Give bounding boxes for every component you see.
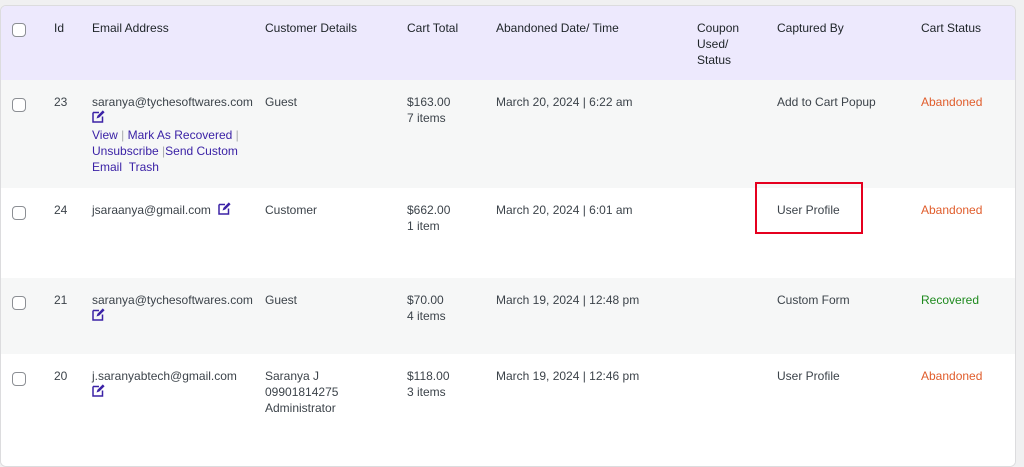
row-items: 4 items bbox=[407, 309, 446, 323]
row-captured-by: Custom Form bbox=[777, 293, 850, 307]
row-date: March 20, 2024 | 6:22 am bbox=[496, 95, 633, 109]
row-checkbox[interactable] bbox=[12, 206, 26, 220]
row-customer: Guest bbox=[265, 293, 298, 307]
row-id: 24 bbox=[54, 203, 68, 217]
row-cart-total: $70.00 4 items bbox=[407, 292, 446, 324]
table-row: 23 saranya@tychesoftwares.com View | Mar… bbox=[1, 80, 1015, 188]
edit-pencil-icon[interactable] bbox=[92, 308, 105, 321]
row-actions: View | Mark As Recovered | Unsubscribe |… bbox=[92, 127, 260, 175]
column-header-coupon-line: Status bbox=[697, 53, 732, 67]
status-badge: Abandoned bbox=[921, 95, 983, 109]
row-total: $163.00 bbox=[407, 95, 451, 109]
column-header-id[interactable]: Id bbox=[54, 20, 64, 36]
edit-pencil-icon[interactable] bbox=[218, 202, 231, 215]
row-checkbox[interactable] bbox=[12, 372, 26, 386]
status-badge: Abandoned bbox=[921, 369, 983, 383]
email-cell: saranya@tychesoftwares.com View | Mark A… bbox=[92, 94, 260, 175]
edit-pencil-icon[interactable] bbox=[92, 384, 105, 397]
row-captured-by: Add to Cart Popup bbox=[777, 95, 876, 109]
column-header-captured-by: Captured By bbox=[777, 21, 844, 35]
row-total: $118.00 bbox=[407, 369, 450, 383]
row-cart-total: $163.00 7 items bbox=[407, 94, 450, 126]
row-email: j.saranyabtech@gmail.com bbox=[92, 369, 237, 383]
row-id: 23 bbox=[54, 95, 68, 109]
column-header-coupon: Coupon Used/ Status bbox=[697, 20, 739, 68]
row-id: 21 bbox=[54, 293, 68, 307]
row-customer: Saranya J 09901814275 Administrator bbox=[265, 368, 338, 416]
row-id: 20 bbox=[54, 369, 68, 383]
status-badge: Abandoned bbox=[921, 203, 983, 217]
unsubscribe-link[interactable]: Unsubscribe bbox=[92, 144, 159, 158]
row-checkbox[interactable] bbox=[12, 296, 26, 310]
separator: | bbox=[117, 128, 128, 142]
send-custom-email-link[interactable]: Email bbox=[92, 160, 122, 174]
column-header-customer: Customer Details bbox=[265, 21, 358, 35]
select-all-checkbox[interactable] bbox=[12, 23, 26, 37]
column-header-coupon-line: Used/ bbox=[697, 37, 729, 51]
edit-pencil-icon[interactable] bbox=[92, 110, 105, 123]
column-header-cart-total[interactable]: Cart Total bbox=[407, 20, 458, 36]
table-row: 21 saranya@tychesoftwares.com Guest $70.… bbox=[1, 278, 1015, 354]
row-items: 7 items bbox=[407, 111, 446, 125]
column-header-coupon-line: Coupon bbox=[697, 21, 740, 35]
customer-name: Saranya J bbox=[265, 369, 320, 383]
row-email: saranya@tychesoftwares.com bbox=[92, 95, 253, 109]
mark-as-recovered-link[interactable]: Mark As Recovered bbox=[128, 128, 233, 142]
column-header-email[interactable]: Email Address bbox=[92, 20, 169, 36]
highlight-box bbox=[755, 182, 863, 234]
row-customer: Guest bbox=[265, 95, 298, 109]
email-cell: jsaraanya@gmail.com bbox=[92, 202, 260, 218]
row-captured-by: User Profile bbox=[777, 369, 840, 383]
customer-phone: 09901814275 bbox=[265, 385, 339, 399]
customer-role: Administrator bbox=[265, 401, 336, 415]
column-header-date[interactable]: Abandoned Date/ Time bbox=[496, 20, 619, 36]
row-cart-total: $118.00 3 items bbox=[407, 368, 450, 400]
row-total: $70.00 bbox=[407, 293, 444, 307]
row-items: 3 items bbox=[407, 385, 446, 399]
row-date: March 19, 2024 | 12:46 pm bbox=[496, 369, 640, 383]
email-cell: j.saranyabtech@gmail.com bbox=[92, 368, 260, 400]
table-row: 20 j.saranyabtech@gmail.com Saranya J 09… bbox=[1, 354, 1015, 466]
column-header-cart-status: Cart Status bbox=[921, 21, 982, 35]
row-items: 1 item bbox=[407, 219, 440, 233]
trash-link[interactable]: Trash bbox=[129, 160, 159, 174]
separator: | bbox=[232, 128, 239, 142]
row-total: $662.00 bbox=[407, 203, 451, 217]
row-customer: Customer bbox=[265, 203, 318, 217]
row-email: jsaraanya@gmail.com bbox=[92, 203, 211, 217]
row-checkbox[interactable] bbox=[12, 98, 26, 112]
row-date: March 19, 2024 | 12:48 pm bbox=[496, 293, 640, 307]
table-header: Id Email Address Customer Details Cart T… bbox=[1, 6, 1015, 80]
view-link[interactable]: View bbox=[92, 128, 118, 142]
send-custom-email-link[interactable]: Send Custom bbox=[165, 144, 238, 158]
status-badge: Recovered bbox=[921, 293, 980, 307]
row-date: March 20, 2024 | 6:01 am bbox=[496, 203, 633, 217]
row-cart-total: $662.00 1 item bbox=[407, 202, 450, 234]
email-cell: saranya@tychesoftwares.com bbox=[92, 292, 260, 324]
abandoned-carts-table: Id Email Address Customer Details Cart T… bbox=[0, 5, 1016, 467]
row-email: saranya@tychesoftwares.com bbox=[92, 293, 253, 307]
